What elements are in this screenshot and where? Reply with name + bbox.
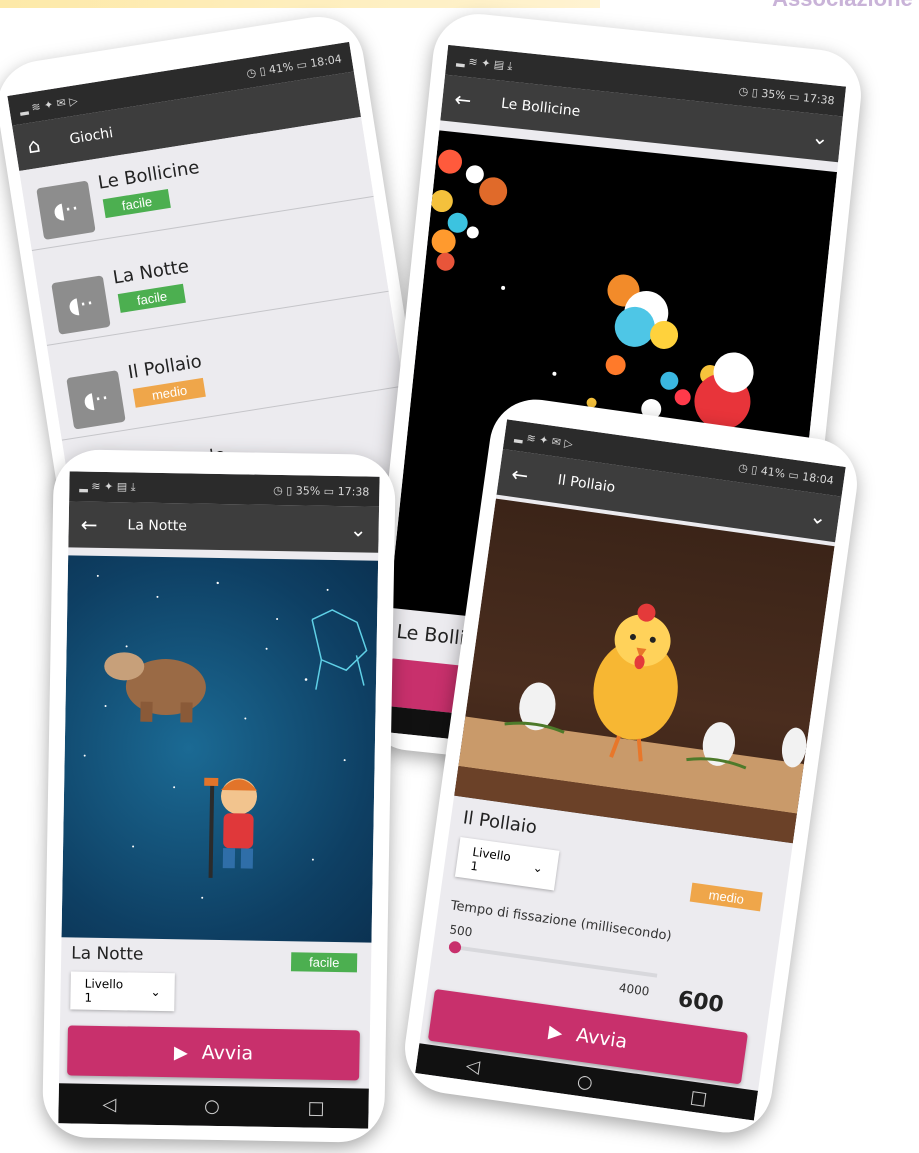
game-preview <box>454 498 835 844</box>
pacman-icon: ◖·· <box>66 370 126 430</box>
nav-home-icon[interactable]: ○ <box>576 1070 594 1093</box>
slider-min: 500 <box>448 922 474 940</box>
game-name: Il Pollaio <box>461 807 539 839</box>
chevron-down-icon: ⌄ <box>531 860 544 876</box>
status-right: ◷ ▯ 35% ▭ 17:38 <box>273 483 370 499</box>
night-illustration <box>83 574 368 899</box>
level-select[interactable]: Livello 1 ⌄ <box>70 971 175 1012</box>
chevron-down-icon[interactable]: ⌄ <box>350 517 367 541</box>
chevron-down-icon: ⌄ <box>150 984 161 1000</box>
chevron-down-icon[interactable]: ⌄ <box>811 124 830 150</box>
top-decoration <box>0 0 600 8</box>
nav-home-icon[interactable]: ○ <box>204 1095 220 1116</box>
status-right: ◷ ▯ 41% ▭ 18:04 <box>737 460 835 487</box>
page-title: Le Bollicine <box>500 95 582 120</box>
page-title: Il Pollaio <box>556 472 617 497</box>
brand-text: Associazione I <box>772 0 919 12</box>
level-value: Livello 1 <box>469 844 512 874</box>
chevron-down-icon[interactable]: ⌄ <box>808 504 828 530</box>
pacman-icon: ◖·· <box>36 180 96 240</box>
status-right: ◷ ▯ 35% ▭ 17:38 <box>738 83 836 107</box>
difficulty-badge: facile <box>117 283 187 313</box>
arrow-left-icon[interactable]: ← <box>81 513 98 537</box>
level-value: Livello 1 <box>84 976 124 1005</box>
app-bar: ← La Notte ⌄ <box>68 501 380 553</box>
nav-back-icon[interactable]: ◁ <box>102 1094 116 1115</box>
page-title: La Notte <box>127 517 188 535</box>
phone-notte: ▂ ≋ ✦ ▤ ⤓ ◷ ▯ 35% ▭ 17:38 ← La Notte ⌄ L… <box>42 449 396 1143</box>
nav-bar: ◁ ○ □ <box>58 1083 369 1129</box>
difficulty-badge: medio <box>132 377 207 408</box>
page-title: Giochi <box>68 124 115 148</box>
game-name: La Notte <box>71 943 144 965</box>
start-button[interactable]: ▶ Avvia <box>67 1025 360 1081</box>
status-icons: ▂ ≋ ✦ ▤ ⤓ <box>79 479 136 494</box>
difficulty-badge: facile <box>290 952 358 973</box>
slider-handle[interactable] <box>448 940 463 955</box>
level-select[interactable]: Livello 1 ⌄ <box>454 836 560 891</box>
play-icon: ▶ <box>173 1041 188 1063</box>
fixation-label: Tempo di fissazione (millisecondo) <box>449 898 673 945</box>
home-icon[interactable]: ⌂ <box>26 133 42 159</box>
nav-recents-icon[interactable]: □ <box>689 1086 709 1109</box>
arrow-left-icon[interactable]: ← <box>510 462 530 488</box>
henhouse-illustration <box>454 603 807 844</box>
game-preview <box>61 555 379 943</box>
pacman-icon: ◖·· <box>51 275 111 335</box>
game-name: Le Bollicine <box>96 156 201 194</box>
fixation-slider[interactable] <box>448 940 658 978</box>
play-icon: ▶ <box>547 1020 564 1044</box>
difficulty-badge: facile <box>102 188 172 219</box>
start-label: Avvia <box>201 1041 254 1065</box>
nav-recents-icon[interactable]: □ <box>307 1097 324 1118</box>
status-icons: ▂ ≋ ✦ ✉ ▷ <box>513 429 574 451</box>
slider-max: 4000 <box>618 980 651 999</box>
status-icons: ▂ ≋ ✦ ✉ ▷ <box>18 93 79 116</box>
start-label: Avvia <box>574 1024 629 1054</box>
slider-value: 600 <box>676 986 726 1019</box>
arrow-left-icon[interactable]: ← <box>453 87 472 113</box>
difficulty-badge: medio <box>689 882 764 912</box>
status-icons: ▂ ≋ ✦ ▤ ⤓ <box>455 53 514 73</box>
nav-back-icon[interactable]: ◁ <box>465 1055 482 1078</box>
